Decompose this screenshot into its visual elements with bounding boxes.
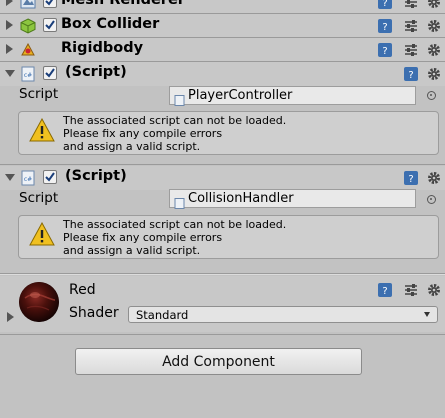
component-divider xyxy=(0,274,445,275)
enabled-checkbox[interactable] xyxy=(43,66,57,80)
warning-icon xyxy=(29,118,55,142)
material-preview[interactable] xyxy=(19,282,59,322)
script-field-value: CollisionHandler xyxy=(188,191,294,206)
component-header-box-collider[interactable]: Box Collider ? xyxy=(0,14,445,38)
add-component-button[interactable]: Add Component xyxy=(75,348,362,375)
component-header-rigidbody[interactable]: Rigidbody ? xyxy=(0,38,445,62)
box-collider-icon xyxy=(20,18,36,34)
component-header-script[interactable]: c# (Script) ? xyxy=(0,166,445,190)
foldout-arrow-icon[interactable] xyxy=(7,312,14,322)
preset-icon[interactable] xyxy=(403,42,419,58)
warning-line: and assign a valid script. xyxy=(63,244,201,257)
section-divider xyxy=(0,334,445,335)
material-name: Red xyxy=(69,282,96,298)
help-icon[interactable]: ? xyxy=(403,170,419,186)
foldout-arrow-icon[interactable] xyxy=(5,70,15,77)
enabled-checkbox[interactable] xyxy=(43,18,57,32)
script-object-field[interactable]: PlayerController xyxy=(169,86,416,106)
help-icon[interactable]: ? xyxy=(403,66,419,82)
foldout-arrow-icon[interactable] xyxy=(6,20,13,30)
svg-text:?: ? xyxy=(408,70,413,81)
script-property-label: Script xyxy=(19,86,59,102)
material-section: Red ? Shader Standard xyxy=(0,276,445,332)
svg-text:?: ? xyxy=(382,286,387,297)
script-icon: c# xyxy=(20,170,36,186)
object-picker-icon[interactable] xyxy=(427,91,436,100)
script-file-icon xyxy=(174,91,185,106)
preset-icon[interactable] xyxy=(403,0,419,10)
rigidbody-icon xyxy=(20,42,36,58)
component-header-script[interactable]: c# (Script) ? xyxy=(0,62,445,86)
shader-dropdown-value: Standard xyxy=(136,308,189,322)
enabled-checkbox[interactable] xyxy=(43,0,57,8)
script-file-icon xyxy=(174,194,185,209)
warning-text: The associated script can not be loaded.… xyxy=(63,114,286,153)
gear-icon[interactable] xyxy=(426,18,442,34)
gear-icon[interactable] xyxy=(426,282,442,298)
help-icon[interactable]: ? xyxy=(377,18,393,34)
component-title: Mesh Renderer xyxy=(61,0,185,8)
svg-text:?: ? xyxy=(382,0,387,9)
enabled-checkbox[interactable] xyxy=(43,170,57,184)
mesh-renderer-icon xyxy=(20,0,36,10)
component-title: (Script) xyxy=(65,64,127,80)
warning-line: The associated script can not be loaded. xyxy=(63,114,287,127)
help-icon[interactable]: ? xyxy=(377,282,393,298)
script-object-field[interactable]: CollisionHandler xyxy=(169,189,416,209)
gear-icon[interactable] xyxy=(426,0,442,10)
svg-text:?: ? xyxy=(382,22,387,33)
foldout-arrow-icon[interactable] xyxy=(6,0,13,6)
warning-text: The associated script can not be loaded.… xyxy=(63,218,286,257)
shader-label: Shader xyxy=(69,305,119,321)
script-property-label: Script xyxy=(19,190,59,206)
gear-icon[interactable] xyxy=(426,170,442,186)
shader-dropdown[interactable]: Standard xyxy=(128,306,438,323)
gear-icon[interactable] xyxy=(426,66,442,82)
warning-line: Please fix any compile errors xyxy=(63,231,223,244)
chevron-down-icon xyxy=(424,312,430,317)
object-picker-icon[interactable] xyxy=(427,195,436,204)
warning-line: The associated script can not be loaded. xyxy=(63,218,287,231)
svg-text:c#: c# xyxy=(24,176,32,183)
script-icon: c# xyxy=(20,66,36,82)
help-icon[interactable]: ? xyxy=(377,42,393,58)
component-title: Box Collider xyxy=(61,16,160,32)
component-header-mesh-renderer[interactable]: Mesh Renderer ? xyxy=(0,0,445,14)
svg-text:?: ? xyxy=(408,174,413,185)
component-title: (Script) xyxy=(65,168,127,184)
svg-text:?: ? xyxy=(382,46,387,57)
warning-helpbox: The associated script can not be loaded.… xyxy=(18,215,439,259)
component-title: Rigidbody xyxy=(61,40,144,56)
svg-text:c#: c# xyxy=(24,72,32,79)
warning-icon xyxy=(29,222,55,246)
warning-line: and assign a valid script. xyxy=(63,140,201,153)
gear-icon[interactable] xyxy=(426,42,442,58)
help-icon[interactable]: ? xyxy=(377,0,393,10)
foldout-arrow-icon[interactable] xyxy=(5,174,15,181)
foldout-arrow-icon[interactable] xyxy=(6,44,13,54)
warning-line: Please fix any compile errors xyxy=(63,127,223,140)
script-field-value: PlayerController xyxy=(188,88,293,103)
warning-helpbox: The associated script can not be loaded.… xyxy=(18,111,439,155)
preset-icon[interactable] xyxy=(403,282,419,298)
preset-icon[interactable] xyxy=(403,18,419,34)
component-divider xyxy=(0,164,445,165)
